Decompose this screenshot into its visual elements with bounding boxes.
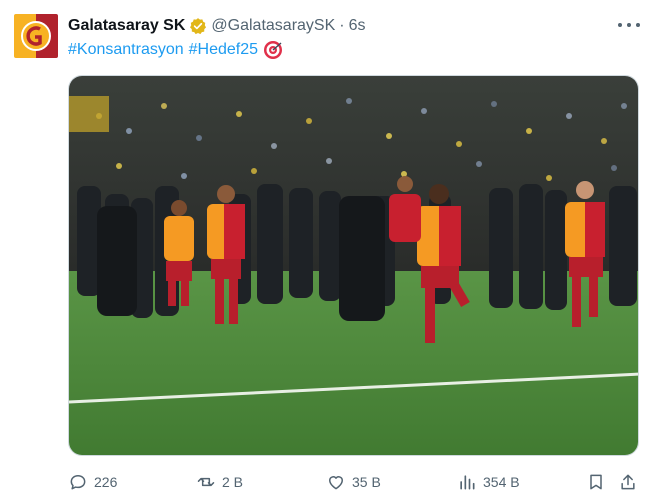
hashtag-link[interactable]: #Konsantrasyon (68, 41, 184, 59)
like-button[interactable]: 35 B (326, 470, 381, 494)
reply-count: 226 (94, 474, 118, 490)
direct-hit-target-icon (263, 40, 283, 60)
tweet-text: #Konsantrasyon #Hedef25 (68, 39, 283, 61)
repost-button[interactable]: 2 B (196, 470, 243, 494)
action-bar: 226 2 B 35 B 354 B (68, 470, 640, 494)
galatasaray-crest-icon (21, 21, 51, 51)
reply-button[interactable]: 226 (68, 470, 117, 494)
views-button[interactable]: 354 B (457, 470, 520, 494)
timestamp[interactable]: 6s (349, 17, 366, 35)
author-name[interactable]: Galatasaray SK (68, 17, 185, 35)
gold-verified-badge-icon[interactable] (189, 17, 207, 35)
more-dot (618, 23, 622, 27)
heart-icon (326, 472, 346, 492)
more-dot (636, 23, 640, 27)
share-button[interactable] (618, 470, 644, 494)
hashtag-link[interactable]: #Hedef25 (189, 41, 258, 59)
tweet-header: Galatasaray SK @GalatasaraySK · 6s (68, 15, 366, 37)
reply-icon (68, 472, 88, 492)
more-options-icon[interactable] (618, 16, 640, 34)
bookmark-button[interactable] (586, 470, 612, 494)
repost-count: 2 B (222, 474, 244, 490)
like-count: 35 B (352, 474, 381, 490)
repost-icon (196, 472, 216, 492)
author-handle[interactable]: @GalatasaraySK (211, 17, 335, 35)
views-count: 354 B (483, 474, 520, 490)
views-chart-icon (457, 472, 477, 492)
more-dot (627, 23, 631, 27)
tweet[interactable]: Galatasaray SK @GalatasaraySK · 6s #Kons… (0, 0, 660, 500)
tweet-photo[interactable] (68, 75, 639, 456)
separator-dot: · (339, 17, 345, 34)
share-icon (618, 472, 638, 492)
bookmark-icon (586, 472, 606, 492)
celebration-photo (69, 76, 638, 455)
avatar[interactable] (14, 14, 58, 58)
